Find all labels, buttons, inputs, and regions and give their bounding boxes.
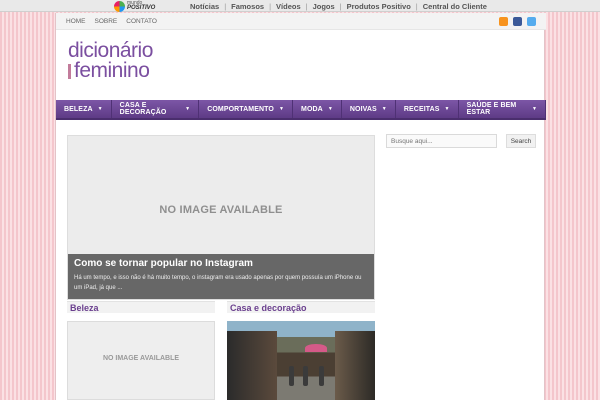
- casa-thumbnail-photo[interactable]: [227, 321, 375, 400]
- nav-item-noivas[interactable]: NOIVAS ▼: [342, 100, 396, 118]
- nav-item-casa[interactable]: CASA E DECORAÇÃO ▼: [112, 100, 200, 118]
- chevron-down-icon: ▼: [444, 106, 450, 112]
- top-bar: mundo POSITIVO Notícias | Famosos | Víde…: [0, 0, 600, 12]
- mundo-positivo-icon: [114, 0, 125, 12]
- top-link-noticias[interactable]: Notícias: [190, 2, 219, 11]
- top-links: Notícias | Famosos | Vídeos | Jogos | Pr…: [190, 0, 487, 12]
- top-link-jogos[interactable]: Jogos: [313, 2, 335, 11]
- chevron-down-icon: ▼: [278, 106, 285, 112]
- separator: |: [339, 1, 342, 11]
- facebook-icon[interactable]: [513, 17, 522, 26]
- main-navigation: BELEZA ▼ CASA E DECORAÇÃO ▼ COMPORTAMENTO ▼…: [56, 100, 546, 120]
- chevron-down-icon: ▼: [327, 106, 333, 112]
- no-image-placeholder: NO IMAGE AVAILABLE: [102, 355, 180, 362]
- mundo-positivo-logo[interactable]: mundo POSITIVO: [114, 0, 155, 12]
- twitter-icon[interactable]: [527, 17, 536, 26]
- separator: |: [415, 1, 418, 11]
- nav-item-moda[interactable]: MODA ▼: [293, 100, 342, 118]
- social-icons: [499, 17, 536, 26]
- featured-caption: Como se tornar popular no Instagram Há u…: [68, 254, 374, 299]
- chevron-down-icon: ▼: [97, 106, 103, 112]
- top-link-produtos[interactable]: Produtos Positivo: [347, 2, 411, 11]
- logo-line1: dicionário: [68, 39, 153, 62]
- subnav-contato[interactable]: CONTATO: [126, 18, 157, 25]
- logo-line2: feminino: [74, 59, 150, 82]
- nav-item-beleza[interactable]: BELEZA ▼: [56, 100, 112, 118]
- separator: |: [269, 1, 272, 11]
- search-button[interactable]: Search: [506, 134, 536, 148]
- chevron-down-icon: ▼: [381, 106, 387, 112]
- umbrella: [305, 344, 327, 352]
- subnav-home[interactable]: HOME: [66, 18, 86, 25]
- separator: |: [224, 1, 227, 11]
- top-link-famosos[interactable]: Famosos: [231, 2, 264, 11]
- separator: |: [305, 1, 308, 11]
- section-title[interactable]: Beleza: [70, 303, 99, 313]
- no-image-placeholder: NO IMAGE AVAILABLE: [159, 204, 283, 216]
- nav-item-comportamento[interactable]: COMPORTAMENTO ▼: [199, 100, 294, 118]
- chevron-down-icon: ▼: [531, 106, 537, 112]
- nav-item-receitas[interactable]: RECEITAS ▼: [396, 100, 459, 118]
- featured-title[interactable]: Como se tornar popular no Instagram: [74, 258, 368, 269]
- site-logo[interactable]: dicionário feminino: [68, 39, 153, 82]
- subnav-sobre[interactable]: SOBRE: [95, 18, 118, 25]
- featured-excerpt: Há um tempo, e isso não é há muito tempo…: [74, 275, 362, 291]
- nav-item-saude[interactable]: SAÚDE E BEM ESTAR ▼: [459, 100, 546, 118]
- beleza-thumbnail[interactable]: NO IMAGE AVAILABLE: [67, 321, 215, 400]
- logo-big-text: POSITIVO: [127, 5, 156, 11]
- search-input[interactable]: [386, 134, 497, 148]
- logo-bar: [68, 64, 71, 79]
- section-header-casa: Casa e decoração: [227, 301, 375, 313]
- chevron-down-icon: ▼: [185, 106, 191, 112]
- section-title[interactable]: Casa e decoração: [230, 303, 307, 313]
- rss-icon[interactable]: [499, 17, 508, 26]
- featured-post[interactable]: NO IMAGE AVAILABLE Como se tornar popula…: [67, 135, 375, 300]
- page-container: HOME SOBRE CONTATO dicionário feminino B…: [55, 13, 546, 400]
- sub-navigation: HOME SOBRE CONTATO: [56, 13, 546, 30]
- top-link-videos[interactable]: Vídeos: [276, 2, 301, 11]
- top-link-central[interactable]: Central do Cliente: [423, 2, 487, 11]
- section-header-beleza: Beleza: [67, 301, 215, 313]
